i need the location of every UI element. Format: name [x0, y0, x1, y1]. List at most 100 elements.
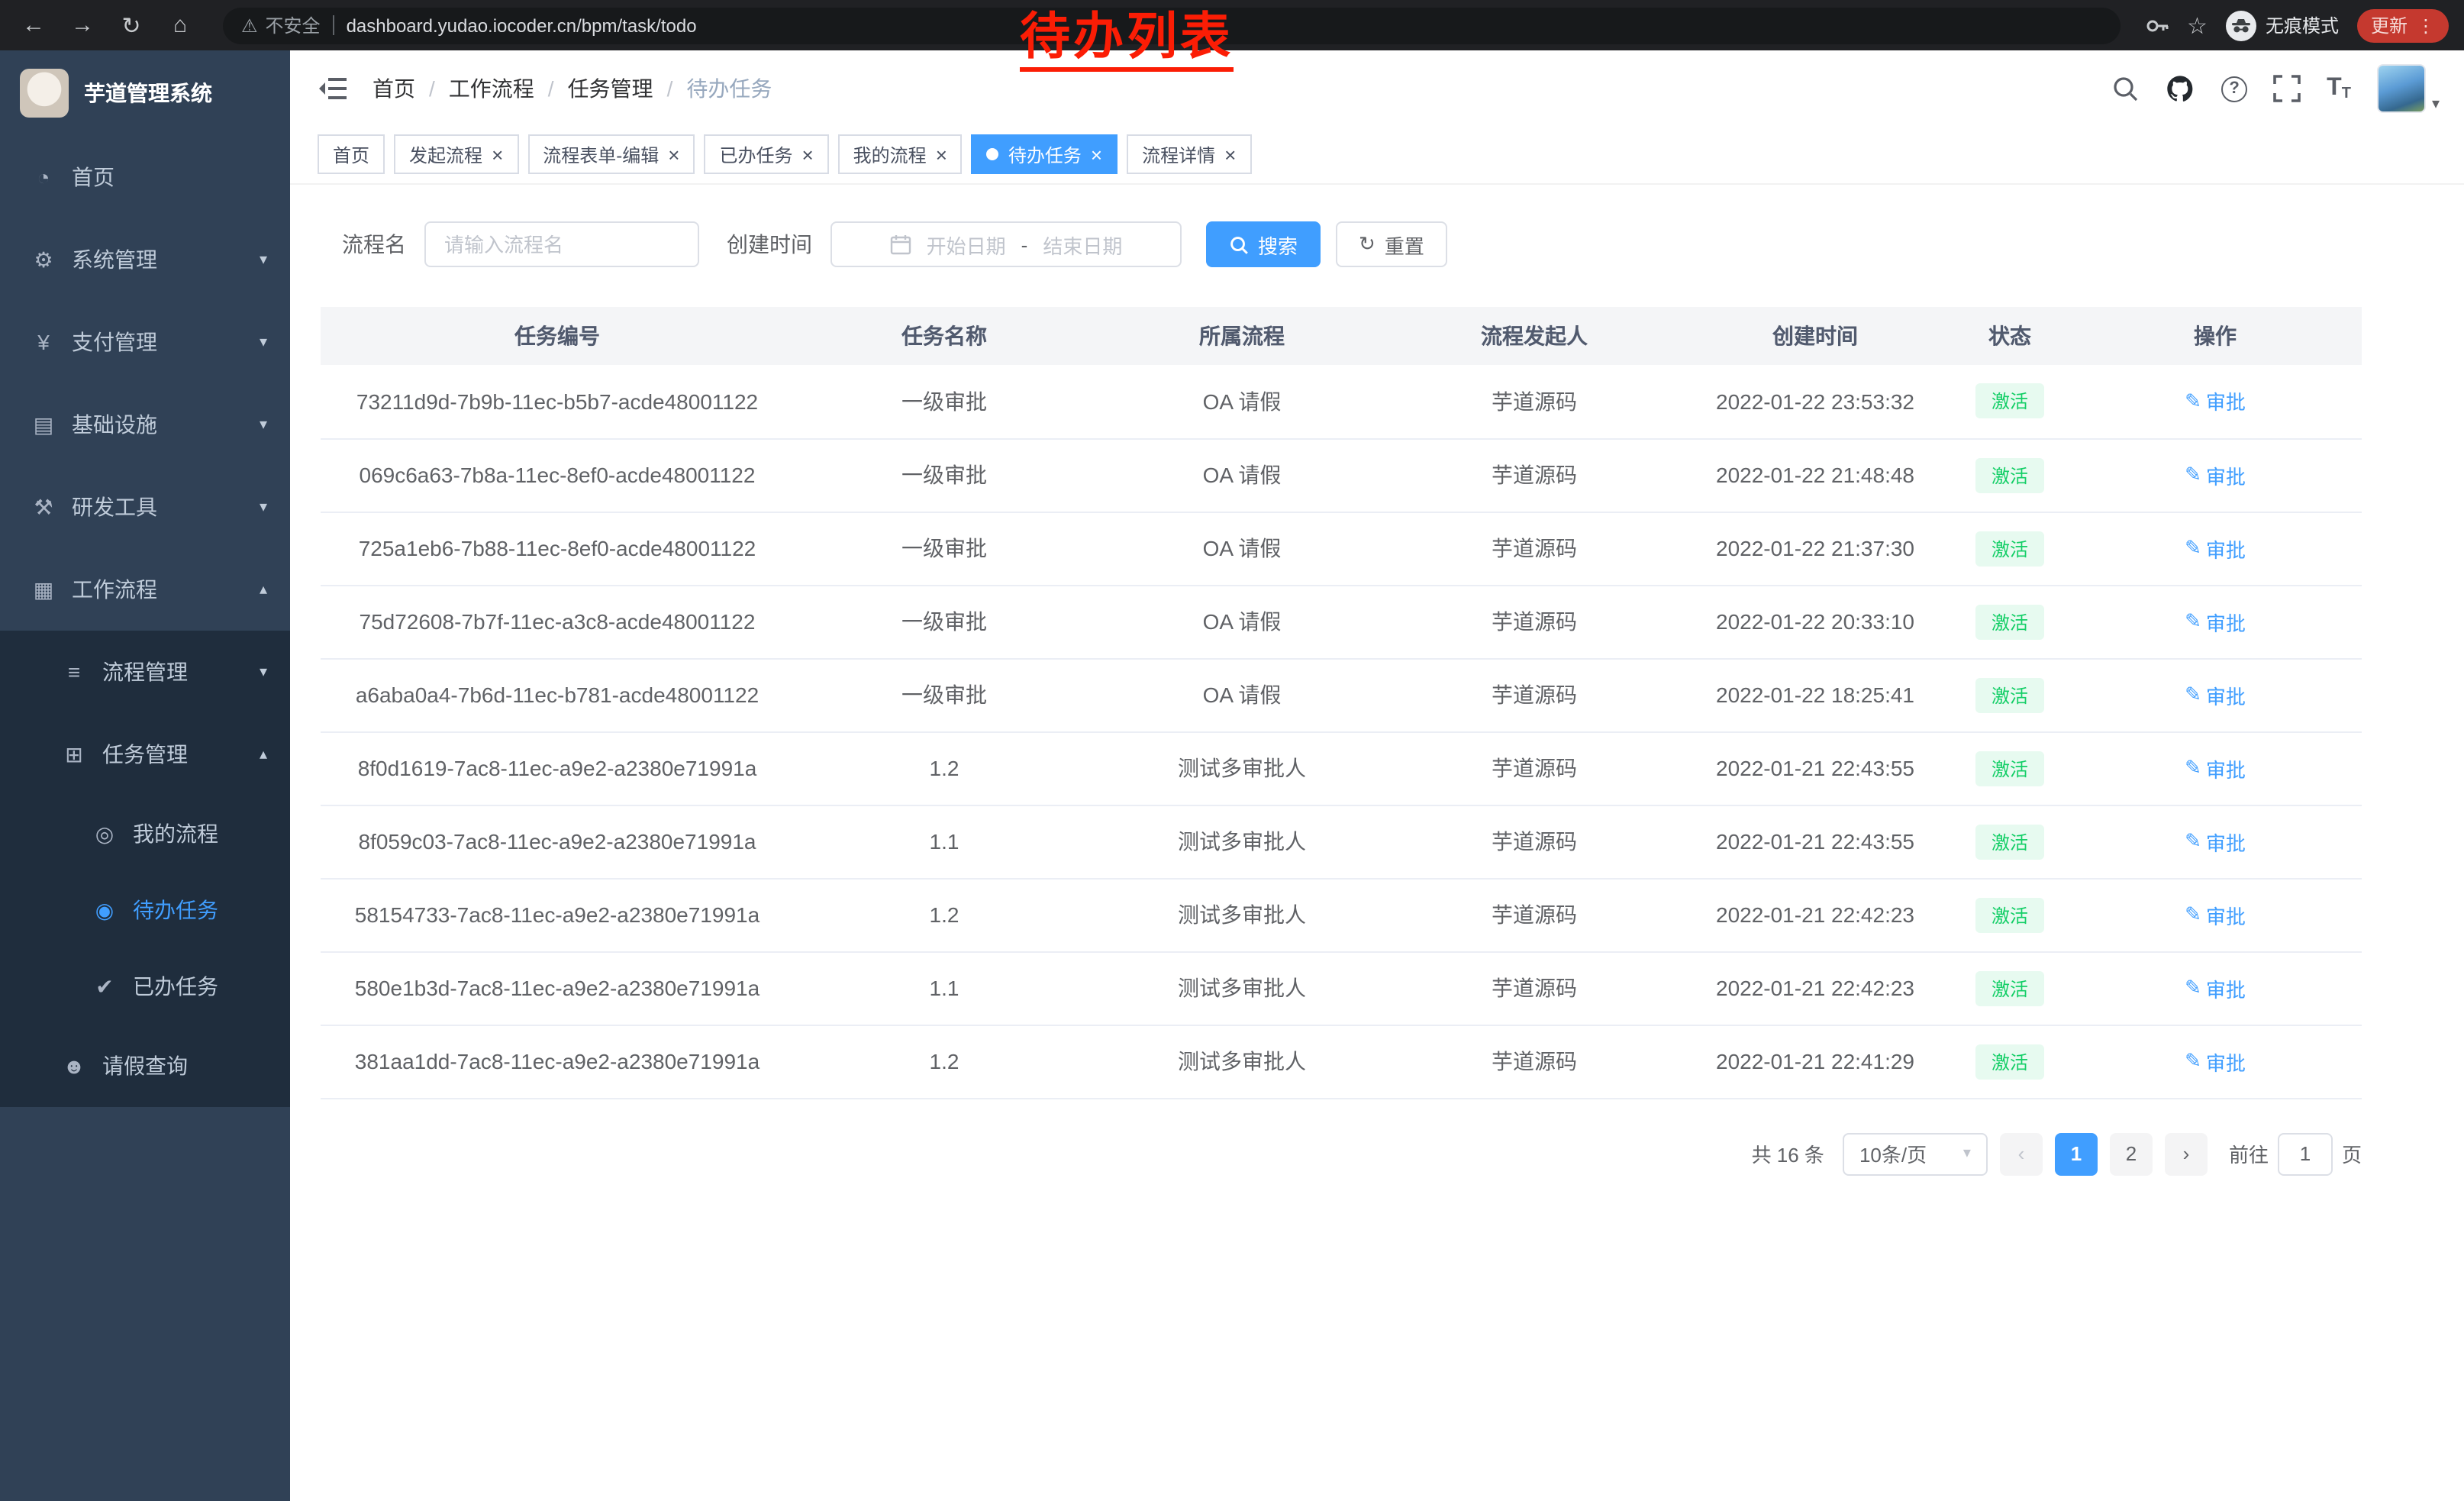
- pagination-total: 共 16 条: [1752, 1139, 1824, 1168]
- tab-process-detail[interactable]: 流程详情 ×: [1127, 134, 1251, 174]
- sidebar-item-todo-tasks[interactable]: ◉ 待办任务: [0, 872, 290, 948]
- tab-label: 已办任务: [719, 141, 792, 167]
- sidebar-item-done-tasks[interactable]: ✔ 已办任务: [0, 948, 290, 1025]
- approve-action-link[interactable]: ✎ 审批: [2185, 534, 2246, 563]
- edit-icon: ✎: [2185, 536, 2201, 560]
- chevron-down-icon: ▾: [2432, 96, 2440, 113]
- reset-button[interactable]: ↻ 重置: [1336, 221, 1447, 267]
- tab-start-process[interactable]: 发起流程 ×: [394, 134, 518, 174]
- font-size-icon[interactable]: TT: [2327, 75, 2351, 102]
- tab-process-form-edit[interactable]: 流程表单-编辑 ×: [527, 134, 695, 174]
- page-size-select[interactable]: 10条/页 ▾: [1843, 1132, 1988, 1175]
- approve-action-link[interactable]: ✎ 审批: [2185, 754, 2246, 783]
- goto-page-input[interactable]: [2278, 1132, 2333, 1175]
- approve-action-link[interactable]: ✎ 审批: [2185, 1047, 2246, 1076]
- browser-home-button[interactable]: ⌂: [162, 7, 198, 44]
- sidebar-item-label: 流程管理: [102, 657, 188, 687]
- chevron-down-icon: ▾: [1963, 1145, 1971, 1162]
- page-button-2[interactable]: 2: [2110, 1132, 2153, 1175]
- sidebar-item-label: 支付管理: [72, 327, 157, 357]
- cell-process: 测试多审批人: [1095, 1025, 1389, 1098]
- sidebar-item-process-management[interactable]: ≡ 流程管理 ▾: [0, 631, 290, 713]
- cell-task-name: 1.2: [794, 1025, 1095, 1098]
- sidebar-item-task-management[interactable]: ⊞ 任务管理 ▴: [0, 713, 290, 796]
- prev-page-button[interactable]: ‹: [2000, 1132, 2043, 1175]
- page-button-1[interactable]: 1: [2055, 1132, 2098, 1175]
- breadcrumb-item[interactable]: 任务管理: [568, 73, 653, 104]
- tab-close-icon[interactable]: ×: [1224, 144, 1236, 164]
- process-name-input[interactable]: [424, 221, 699, 267]
- approve-action-link[interactable]: ✎ 审批: [2185, 387, 2246, 416]
- sidebar-collapse-icon[interactable]: [311, 67, 354, 110]
- tab-done-tasks[interactable]: 已办任务 ×: [704, 134, 828, 174]
- tags-view-bar: 首页 发起流程 × 流程表单-编辑 × 已办任务 × 我的流程 ×: [290, 127, 2464, 185]
- tab-my-process[interactable]: 我的流程 ×: [838, 134, 963, 174]
- active-tab-dot: [987, 148, 999, 160]
- sidebar-item-devtools[interactable]: ⚒ 研发工具 ▾: [0, 466, 290, 548]
- tab-close-icon[interactable]: ×: [668, 144, 679, 164]
- github-icon[interactable]: [2165, 73, 2195, 104]
- approve-action-link[interactable]: ✎ 审批: [2185, 827, 2246, 856]
- sidebar-item-infrastructure[interactable]: ▤ 基础设施 ▾: [0, 383, 290, 466]
- help-icon[interactable]: ?: [2221, 76, 2247, 102]
- breadcrumb-item[interactable]: 工作流程: [449, 73, 534, 104]
- todo-task-table: 任务编号 任务名称 所属流程 流程发起人 创建时间 状态 操作 73211d9d…: [321, 307, 2362, 1099]
- edit-icon: ✎: [2185, 683, 2201, 707]
- workflow-icon: ▦: [31, 576, 56, 602]
- next-page-button[interactable]: ›: [2165, 1132, 2208, 1175]
- incognito-icon: [2226, 10, 2256, 40]
- table-row: 75d72608-7b7f-11ec-a3c8-acde48001122 一级审…: [321, 585, 2362, 658]
- cell-initiator: 芋道源码: [1389, 365, 1679, 438]
- cell-status: 激活: [1951, 951, 2069, 1025]
- browser-forward-button[interactable]: →: [64, 7, 101, 44]
- infrastructure-icon: ▤: [31, 412, 56, 437]
- sidebar-item-payment[interactable]: ¥ 支付管理 ▾: [0, 301, 290, 383]
- avatar[interactable]: [2377, 64, 2426, 113]
- key-icon[interactable]: [2144, 13, 2169, 37]
- goto-label: 前往: [2229, 1139, 2269, 1168]
- user-avatar[interactable]: ▾: [2377, 64, 2440, 113]
- tab-todo-tasks[interactable]: 待办任务 ×: [972, 134, 1118, 174]
- status-badge: 激活: [1976, 531, 2043, 566]
- eye-icon: ◉: [92, 897, 118, 923]
- sidebar-item-system[interactable]: ⚙ 系统管理 ▾: [0, 218, 290, 301]
- breadcrumb-current: 待办任务: [686, 73, 772, 104]
- incognito-badge: 无痕模式: [2226, 10, 2339, 40]
- tab-close-icon[interactable]: ×: [492, 144, 503, 164]
- browser-back-button[interactable]: ←: [15, 7, 52, 44]
- sidebar-item-workflow[interactable]: ▦ 工作流程 ▴: [0, 548, 290, 631]
- tab-close-icon[interactable]: ×: [801, 144, 813, 164]
- approve-action-link[interactable]: ✎ 审批: [2185, 607, 2246, 636]
- security-warning[interactable]: ⚠ 不安全: [241, 12, 321, 38]
- browser-menu-icon[interactable]: ⋮: [2417, 15, 2435, 36]
- start-date-placeholder: 开始日期: [927, 230, 1006, 259]
- refresh-icon: ↻: [1359, 232, 1376, 257]
- approve-action-link[interactable]: ✎ 审批: [2185, 680, 2246, 709]
- bookmark-star-icon[interactable]: ☆: [2187, 11, 2208, 39]
- search-button[interactable]: 搜索: [1206, 221, 1321, 267]
- cell-process: OA 请假: [1095, 585, 1389, 658]
- browser-update-button[interactable]: 更新 ⋮: [2357, 8, 2449, 42]
- tab-close-icon[interactable]: ×: [936, 144, 947, 164]
- sidebar-item-home[interactable]: ◔ 首页: [0, 136, 290, 218]
- status-badge: 激活: [1976, 604, 2043, 639]
- chevron-down-icon: ▾: [260, 663, 267, 680]
- fullscreen-icon[interactable]: [2273, 75, 2301, 102]
- column-header-process: 所属流程: [1095, 307, 1389, 365]
- tab-close-icon[interactable]: ×: [1091, 144, 1102, 164]
- process-name-label: 流程名: [342, 229, 406, 260]
- breadcrumb-item[interactable]: 首页: [373, 73, 415, 104]
- approve-action-link[interactable]: ✎ 审批: [2185, 460, 2246, 489]
- browser-reload-button[interactable]: ↻: [113, 7, 150, 44]
- sidebar-item-my-process[interactable]: ◎ 我的流程: [0, 796, 290, 872]
- date-range-picker[interactable]: 开始日期 - 结束日期: [830, 221, 1182, 267]
- incognito-label: 无痕模式: [2266, 12, 2339, 38]
- approve-action-link[interactable]: ✎ 审批: [2185, 973, 2246, 1002]
- approve-action-link[interactable]: ✎ 审批: [2185, 900, 2246, 929]
- cell-initiator: 芋道源码: [1389, 585, 1679, 658]
- tab-home[interactable]: 首页: [318, 134, 385, 174]
- sidebar-item-leave-query[interactable]: ☻ 请假查询: [0, 1025, 290, 1107]
- sidebar-item-label: 任务管理: [102, 739, 188, 770]
- chevron-up-icon: ▴: [260, 581, 267, 598]
- search-icon[interactable]: [2111, 75, 2139, 102]
